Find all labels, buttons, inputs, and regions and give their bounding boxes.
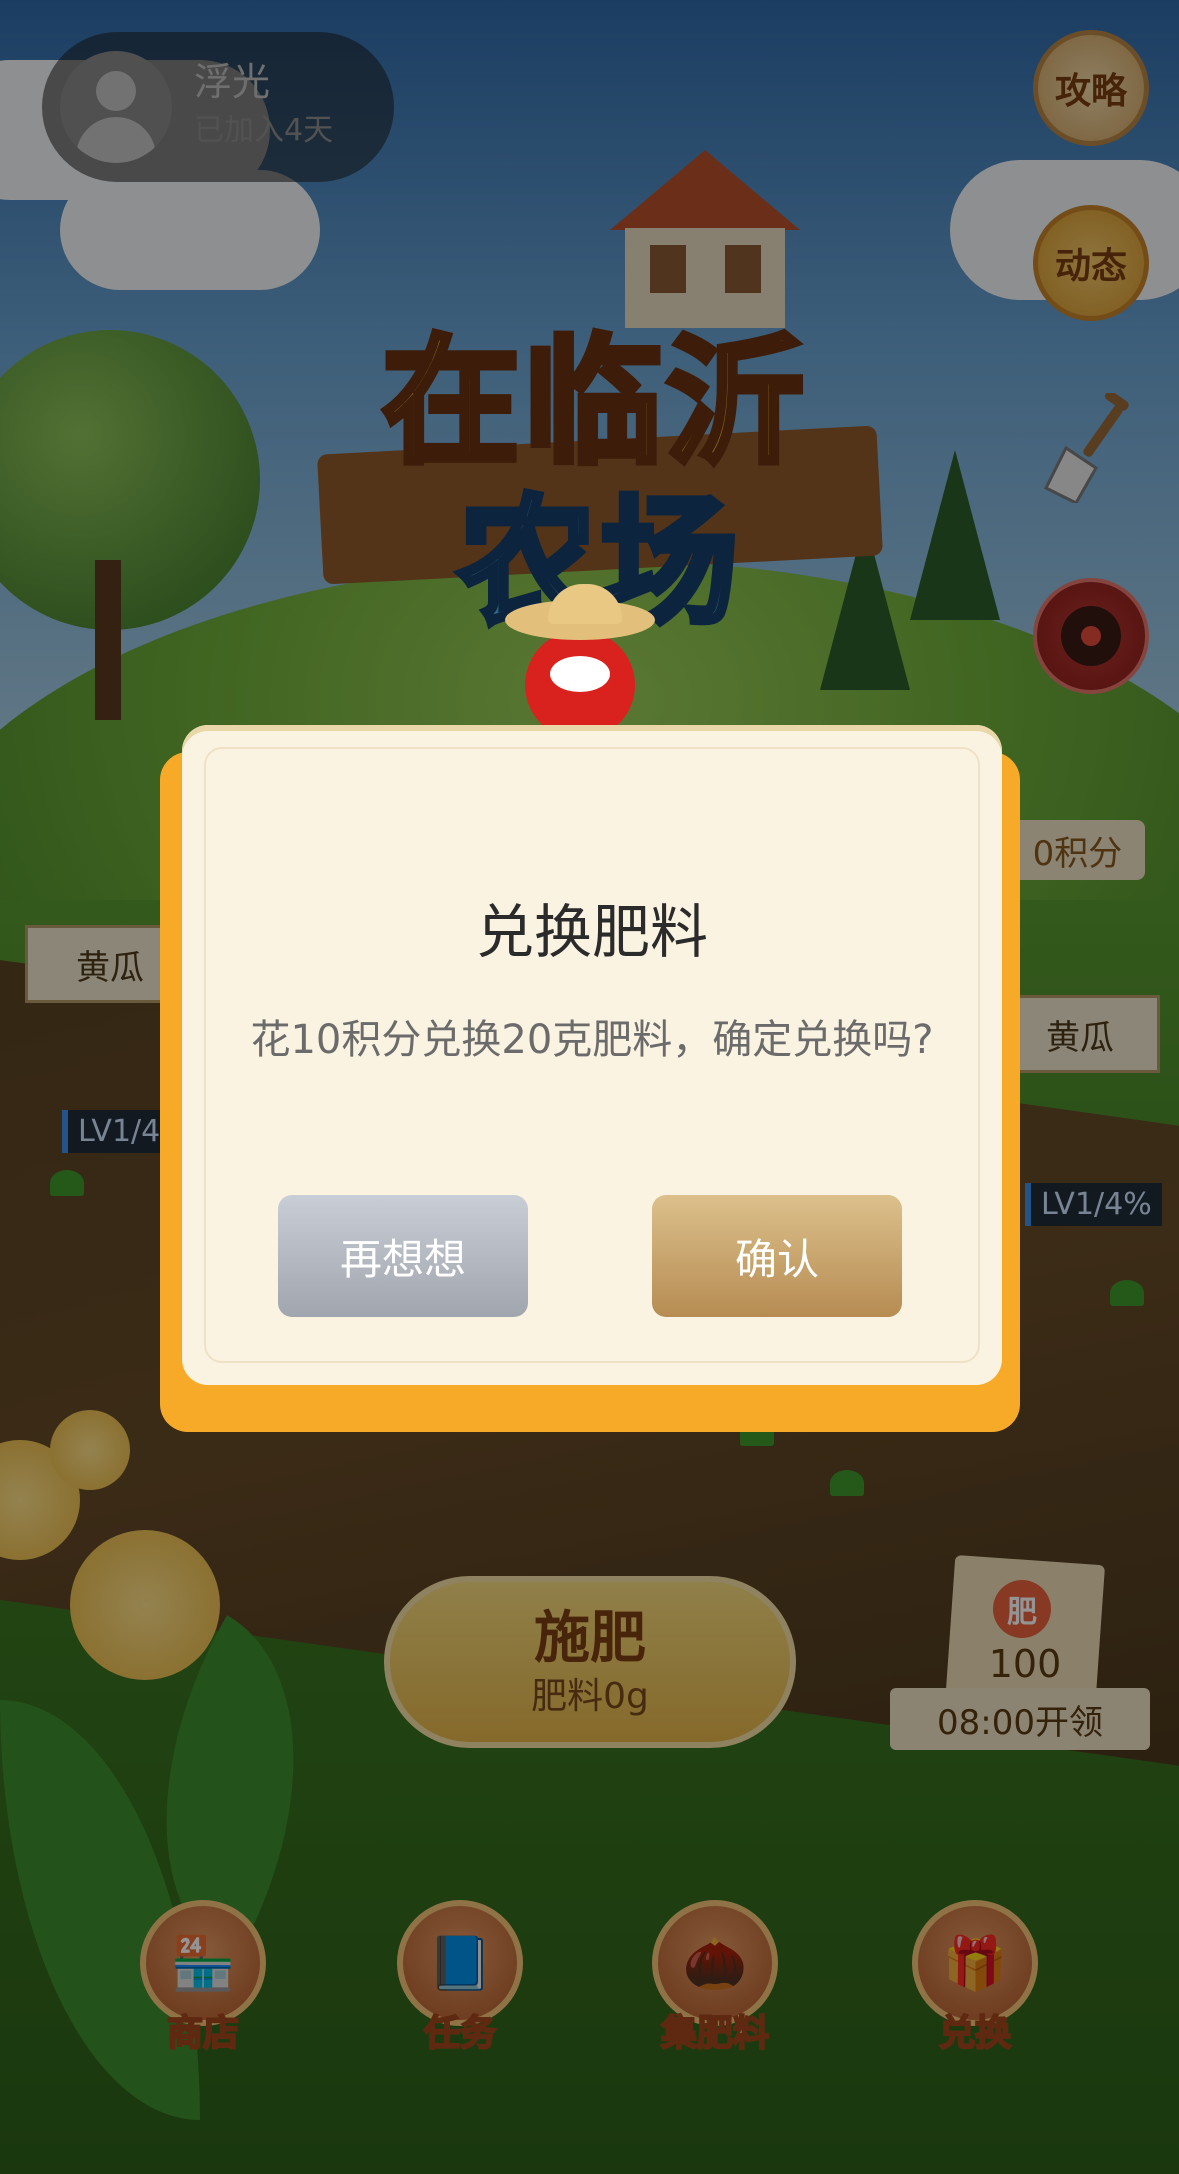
dialog-message: 花10积分兑换20克肥料，确定兑换吗?: [250, 1017, 934, 1063]
dialog-title: 兑换肥料: [475, 898, 708, 966]
confirm-button[interactable]: 确认: [652, 1195, 902, 1317]
cancel-button[interactable]: 再想想: [278, 1195, 528, 1317]
exchange-fertilizer-dialog: 兑换肥料 花10积分兑换20克肥料，确定兑换吗? 再想想 确认: [182, 725, 1002, 1385]
